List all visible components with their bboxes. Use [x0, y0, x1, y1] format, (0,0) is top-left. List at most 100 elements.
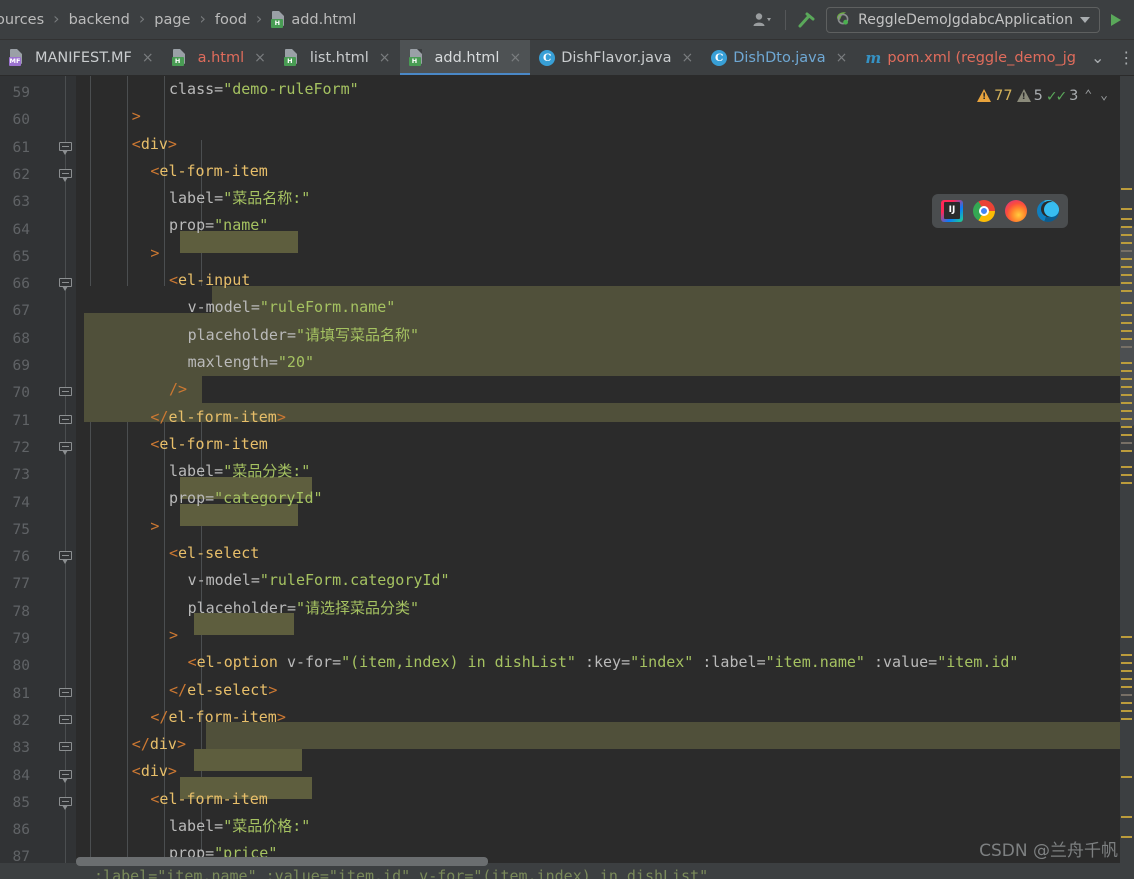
firefox-browser-icon[interactable] [1005, 200, 1027, 222]
error-stripe-mark[interactable] [1121, 482, 1132, 484]
error-stripe-mark[interactable] [1121, 636, 1132, 638]
chevron-down-icon[interactable] [1080, 16, 1090, 23]
code-line[interactable]: <el-form-item [76, 158, 1134, 185]
error-stripe-scrollbar[interactable] [1120, 76, 1134, 879]
error-stripe-mark[interactable] [1121, 274, 1132, 276]
error-stripe-mark[interactable] [1121, 346, 1132, 348]
chrome-browser-icon[interactable] [973, 200, 995, 222]
code-line[interactable]: prop="categoryId" [76, 485, 1134, 512]
editor-tab-dishdto-java[interactable]: C DishDto.java × [702, 40, 856, 75]
close-icon[interactable]: × [142, 51, 154, 65]
error-stripe-mark[interactable] [1121, 394, 1132, 396]
error-stripe-mark[interactable] [1121, 242, 1132, 244]
code-fold-toggle[interactable] [59, 168, 72, 182]
close-icon[interactable]: × [509, 51, 521, 65]
error-stripe-mark[interactable] [1121, 402, 1132, 404]
code-fold-toggle[interactable] [59, 769, 72, 783]
code-fold-toggle[interactable] [59, 278, 72, 292]
user-dropdown-icon[interactable] [749, 5, 779, 35]
error-stripe-mark[interactable] [1121, 218, 1132, 220]
code-line[interactable]: </el-select> [76, 677, 1134, 704]
code-line[interactable]: > [76, 240, 1134, 267]
code-line[interactable]: label="菜品价格:" [76, 813, 1134, 840]
code-line[interactable]: maxlength="20" [76, 349, 1134, 376]
code-line[interactable]: v-model="ruleForm.name" [76, 294, 1134, 321]
code-line[interactable]: > [76, 622, 1134, 649]
code-editor[interactable]: 59 60 61 62 63 64 65 66 67 68 69 70 71 72 73 74 75 76 77 78… [0, 76, 1134, 879]
code-fold-toggle[interactable] [59, 687, 72, 701]
error-stripe-mark[interactable] [1121, 426, 1132, 428]
code-fold-toggle[interactable] [59, 742, 72, 755]
more-options-icon[interactable]: ⋮ [1112, 48, 1134, 67]
editor-gutter[interactable]: 59 60 61 62 63 64 65 66 67 68 69 70 71 72 73 74 75 76 77 78… [0, 76, 76, 879]
error-stripe-mark[interactable] [1121, 694, 1132, 696]
vertical-scrollbar-thumb[interactable] [1120, 226, 1134, 426]
error-stripe-mark[interactable] [1121, 250, 1132, 252]
error-stripe-mark[interactable] [1121, 678, 1132, 680]
error-stripe-mark[interactable] [1121, 302, 1132, 304]
error-stripe-mark[interactable] [1121, 816, 1132, 818]
chevron-down-icon[interactable]: ⌄ [1085, 48, 1110, 67]
next-problem-icon[interactable]: ⌄ [1098, 88, 1110, 103]
inspection-ok-indicator[interactable]: ✓✓ 3 [1047, 86, 1079, 105]
error-stripe-mark[interactable] [1121, 378, 1132, 380]
error-stripe-mark[interactable] [1121, 330, 1132, 332]
previous-problem-icon[interactable]: ⌃ [1082, 88, 1094, 103]
breadcrumb-item-backend[interactable]: backend [67, 12, 132, 28]
error-stripe-mark[interactable] [1121, 410, 1132, 412]
error-stripe-mark[interactable] [1121, 836, 1132, 838]
code-line[interactable]: <el-input [76, 267, 1134, 294]
error-stripe-mark[interactable] [1121, 258, 1132, 260]
error-stripe-mark[interactable] [1121, 208, 1132, 210]
error-stripe-mark[interactable] [1121, 662, 1132, 664]
error-stripe-mark[interactable] [1121, 776, 1132, 778]
close-icon[interactable]: × [836, 51, 848, 65]
editor-tab-list-html[interactable]: H list.html × [275, 40, 400, 75]
code-line[interactable]: class="demo-ruleForm" [76, 76, 1134, 103]
code-line[interactable]: <el-option v-for="(item,index) in dishLi… [76, 649, 1134, 676]
code-line[interactable]: placeholder="请填写菜品名称" [76, 322, 1134, 349]
close-icon[interactable]: × [254, 51, 266, 65]
code-fold-toggle[interactable] [59, 551, 72, 565]
error-stripe-mark[interactable] [1121, 386, 1132, 388]
error-stripe-mark[interactable] [1121, 710, 1132, 712]
code-line[interactable]: <el-form-item [76, 431, 1134, 458]
code-line[interactable]: /> [76, 376, 1134, 403]
error-stripe-mark[interactable] [1121, 234, 1132, 236]
run-configuration-selector[interactable]: ReggleDemoJgdabcApplication [826, 6, 1100, 33]
build-hammer-icon[interactable] [792, 5, 822, 35]
error-stripe-mark[interactable] [1121, 466, 1132, 468]
code-line[interactable]: <div> [76, 131, 1134, 158]
close-icon[interactable]: × [681, 51, 693, 65]
breadcrumb-item-resources[interactable]: ources [0, 12, 46, 28]
error-stripe-mark[interactable] [1121, 322, 1132, 324]
code-line[interactable]: > [76, 513, 1134, 540]
code-line[interactable]: <el-form-item [76, 786, 1134, 813]
code-line[interactable]: <div> [76, 758, 1134, 785]
run-button[interactable] [1100, 5, 1130, 35]
error-stripe-mark[interactable] [1121, 474, 1132, 476]
editor-tab-pom-xml[interactable]: m pom.xml (reggle_demo_jg [856, 40, 1085, 75]
code-fold-toggle[interactable] [59, 414, 72, 428]
error-stripe-mark[interactable] [1121, 718, 1132, 720]
error-stripe-mark[interactable] [1121, 226, 1132, 228]
error-stripe-mark[interactable] [1121, 290, 1132, 292]
code-line[interactable]: </div> [76, 731, 1134, 758]
horizontal-scrollbar-thumb[interactable] [76, 857, 488, 866]
code-fold-toggle[interactable] [59, 796, 72, 810]
code-line[interactable]: label="菜品分类:" [76, 458, 1134, 485]
error-stripe-mark[interactable] [1121, 654, 1132, 656]
error-stripe-mark[interactable] [1121, 702, 1132, 704]
editor-tab-add-html[interactable]: H add.html × [399, 40, 531, 75]
editor-tab-manifest[interactable]: MF MANIFEST.MF × [0, 40, 163, 75]
code-line[interactable]: <el-select [76, 540, 1134, 567]
breadcrumb-item-file[interactable]: Hadd.html [269, 11, 358, 28]
browser-launcher-popup[interactable] [932, 194, 1068, 228]
code-line[interactable]: </el-form-item> [76, 704, 1134, 731]
code-line[interactable]: > [76, 103, 1134, 130]
error-stripe-mark[interactable] [1121, 338, 1132, 340]
inspection-widget[interactable]: 77 5 ✓✓ 3 ⌃ ⌄ [977, 86, 1110, 105]
code-fold-toggle[interactable] [59, 714, 72, 728]
error-stripe-mark[interactable] [1121, 418, 1132, 420]
breadcrumb-item-page[interactable]: page [152, 12, 192, 28]
